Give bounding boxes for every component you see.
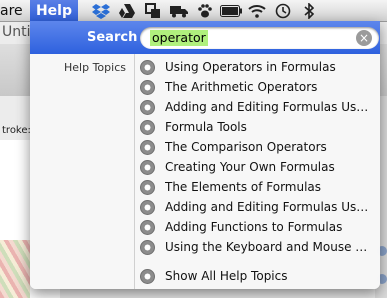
menu-bar: are Help	[0, 0, 387, 22]
stroke-label: troke:	[2, 125, 31, 136]
help-topic-label: The Comparison Operators	[165, 140, 327, 154]
help-search-row: Search operator ×	[30, 21, 380, 54]
search-input-value: operator	[150, 30, 208, 46]
help-topic-item[interactable]: The Elements of Formulas	[140, 177, 378, 197]
help-search-input[interactable]: operator ×	[140, 27, 379, 49]
help-topic-icon	[140, 139, 155, 155]
help-topic-icon	[140, 219, 155, 235]
bluetooth-icon[interactable]	[298, 0, 320, 22]
help-results: Help Topics Using Operators in Formulas …	[30, 54, 380, 289]
help-topic-icon	[140, 199, 155, 215]
help-menu: Search operator × Help Topics Using Oper…	[30, 21, 380, 289]
column-divider	[134, 54, 135, 289]
help-topic-label: Adding Functions to Formulas	[165, 220, 343, 234]
help-topic-label: Adding and Editing Formulas Usi...	[165, 200, 369, 214]
help-topic-item[interactable]: The Comparison Operators	[140, 137, 378, 157]
help-topic-icon	[140, 119, 155, 135]
status-menu-icons	[90, 0, 324, 22]
help-topic-label: Using the Keyboard and Mouse t...	[165, 240, 369, 254]
crashplan-icon[interactable]	[142, 0, 164, 22]
help-topic-label: The Arithmetic Operators	[165, 80, 318, 94]
paw-icon[interactable]	[194, 0, 216, 22]
help-topic-icon	[140, 239, 155, 255]
show-all-label: Show All Help Topics	[165, 269, 288, 283]
help-topic-label: Formula Tools	[165, 120, 247, 134]
help-topic-item[interactable]: Formula Tools	[140, 117, 378, 137]
show-all-help-topics[interactable]: Show All Help Topics	[140, 266, 378, 286]
color-swatch-image	[0, 240, 30, 298]
wifi-icon[interactable]	[246, 0, 268, 22]
help-topic-item[interactable]: Adding and Editing Formulas Usi...	[140, 197, 378, 217]
time-machine-icon[interactable]	[272, 0, 294, 22]
help-topic-icon	[140, 99, 155, 115]
window-title: Unti	[2, 24, 31, 40]
help-topic-icon	[140, 59, 155, 75]
help-topic-item[interactable]: The Arithmetic Operators	[140, 77, 378, 97]
help-topic-icon	[140, 159, 155, 175]
google-drive-icon[interactable]	[116, 0, 138, 22]
help-topic-item[interactable]: Using the Keyboard and Mouse t...	[140, 237, 378, 257]
menu-share[interactable]: are	[0, 0, 23, 22]
help-topic-item[interactable]: Creating Your Own Formulas	[140, 157, 378, 177]
help-topic-label: Adding and Editing Formulas Usi...	[165, 100, 369, 114]
battery-icon[interactable]	[220, 0, 242, 22]
help-topics-heading: Help Topics	[64, 61, 126, 74]
clear-search-icon[interactable]: ×	[356, 30, 372, 46]
search-label: Search	[87, 30, 138, 45]
results-category-column: Help Topics	[30, 54, 134, 289]
help-topic-icon	[140, 79, 155, 95]
help-topic-label: The Elements of Formulas	[165, 180, 322, 194]
help-topic-label: Using Operators in Formulas	[165, 60, 336, 74]
menu-help[interactable]: Help	[30, 0, 78, 22]
help-topic-icon	[140, 179, 155, 195]
help-topic-item[interactable]: Adding Functions to Formulas	[140, 217, 378, 237]
help-topic-item[interactable]: Using Operators in Formulas	[140, 57, 378, 77]
help-topic-item[interactable]: Adding and Editing Formulas Usi...	[140, 97, 378, 117]
help-topic-icon	[140, 268, 155, 284]
help-topic-label: Creating Your Own Formulas	[165, 160, 335, 174]
truck-icon[interactable]	[168, 0, 190, 22]
dropbox-icon[interactable]	[90, 0, 112, 22]
